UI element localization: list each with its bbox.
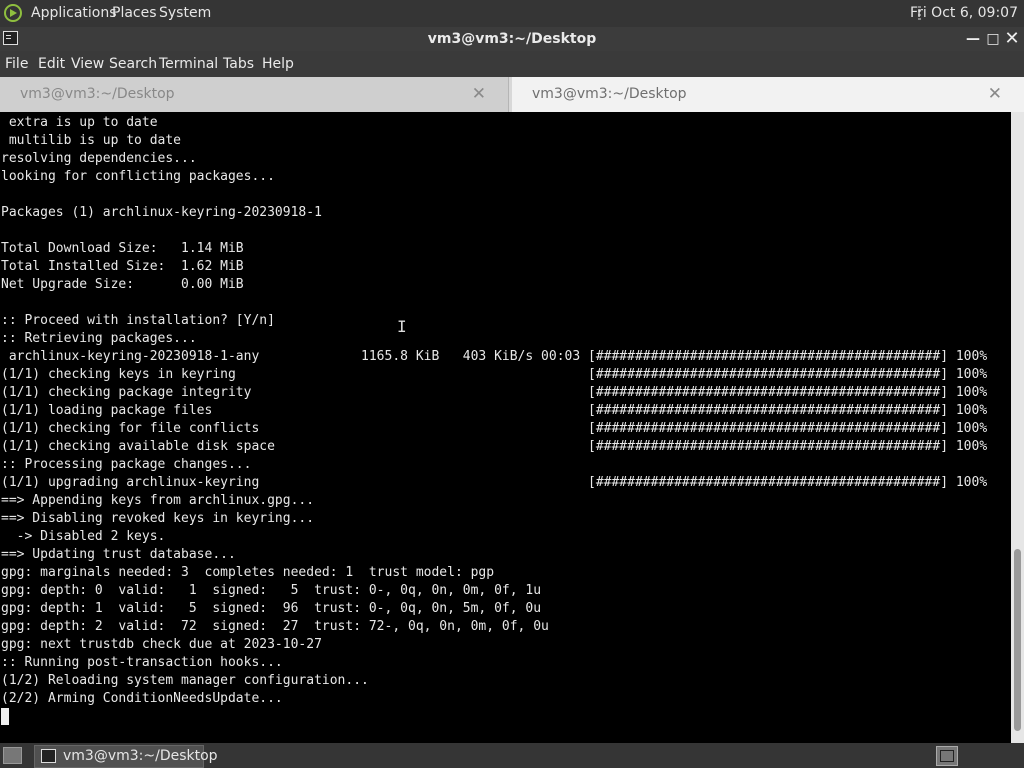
tab-close-icon[interactable]: ✕	[988, 77, 1002, 112]
menu-tabs[interactable]: Tabs	[223, 51, 254, 77]
mouse-ibeam-icon: I	[397, 317, 407, 336]
show-desktop-icon[interactable]	[3, 747, 22, 764]
menubar: File Edit View Search Terminal Tabs Help	[0, 51, 1024, 77]
scrollbar-thumb[interactable]	[1014, 549, 1021, 731]
taskbar-label: vm3@vm3:~/Desktop	[63, 748, 218, 764]
clock[interactable]: Fri Oct 6, 09:07	[910, 0, 1018, 27]
system-menu[interactable]: System	[159, 0, 211, 27]
window-titlebar[interactable]: vm3@vm3:~/Desktop — □ ✕	[0, 27, 1024, 51]
tab-label: vm3@vm3:~/Desktop	[532, 86, 687, 102]
menu-help[interactable]: Help	[262, 51, 294, 77]
text-cursor	[1, 708, 9, 725]
applications-menu[interactable]: Applications	[31, 0, 117, 27]
window-title: vm3@vm3:~/Desktop	[427, 31, 597, 47]
tab-1[interactable]: vm3@vm3:~/Desktop ✕	[0, 77, 509, 112]
close-window-button[interactable]: ✕	[1002, 27, 1022, 51]
taskbar-window-button[interactable]: vm3@vm3:~/Desktop	[34, 745, 218, 768]
places-menu[interactable]: Places	[112, 0, 157, 27]
workspace-switcher-icon[interactable]	[936, 746, 958, 766]
tab-2[interactable]: vm3@vm3:~/Desktop ✕	[512, 77, 1024, 112]
bottom-panel: vm3@vm3:~/Desktop	[0, 743, 1024, 768]
tab-label: vm3@vm3:~/Desktop	[20, 86, 175, 102]
terminal-output[interactable]: extra is up to date multilib is up to da…	[0, 112, 1011, 743]
terminal-scrollbar[interactable]	[1011, 112, 1024, 743]
tab-close-icon[interactable]: ✕	[472, 77, 486, 112]
terminal-icon	[41, 749, 56, 763]
maximize-button[interactable]: □	[983, 27, 1003, 51]
menu-edit[interactable]: Edit	[38, 51, 65, 77]
menu-file[interactable]: File	[5, 51, 28, 77]
applications-logo-icon[interactable]	[4, 4, 22, 22]
terminal-text: extra is up to date multilib is up to da…	[1, 115, 988, 706]
menu-terminal[interactable]: Terminal	[159, 51, 218, 77]
minimize-button[interactable]: —	[963, 27, 983, 51]
menu-view[interactable]: View	[71, 51, 104, 77]
top-panel: Applications Places System Fri Oct 6, 09…	[0, 0, 1024, 27]
menu-search[interactable]: Search	[109, 51, 157, 77]
tab-bar: vm3@vm3:~/Desktop ✕ vm3@vm3:~/Desktop ✕	[0, 77, 1024, 112]
